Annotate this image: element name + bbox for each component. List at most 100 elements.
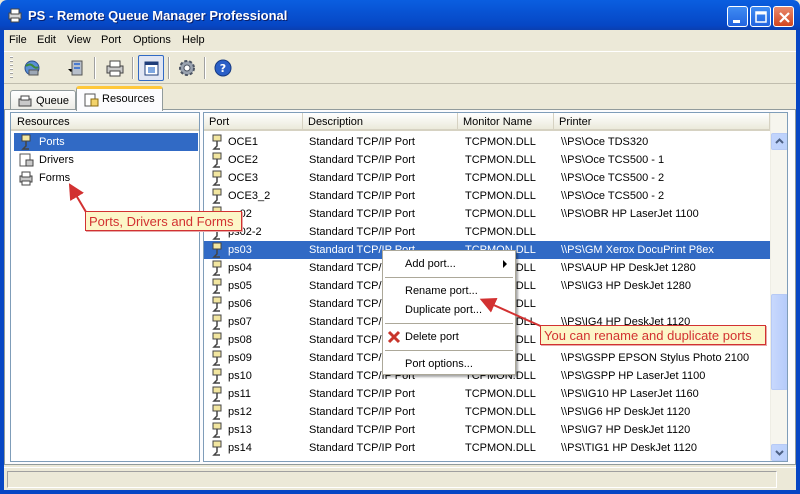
minimize-button[interactable] <box>727 6 748 27</box>
cell-printer: \\PS\AUP HP DeskJet 1280 <box>561 262 696 274</box>
maximize-button[interactable] <box>750 6 771 27</box>
scroll-up-button[interactable] <box>771 133 787 150</box>
port-icon <box>212 242 222 258</box>
menu-bar: File Edit View Port Options Help <box>4 30 796 50</box>
cell-port: ps14 <box>228 442 252 454</box>
cell-printer: \\PS\IG3 HP DeskJet 1280 <box>561 280 692 292</box>
chevron-down-icon <box>775 450 784 456</box>
tree-item-label: Ports <box>39 136 65 148</box>
scroll-down-button[interactable] <box>771 444 787 461</box>
menu-item-add-port[interactable]: Add port... <box>383 255 515 273</box>
vertical-scrollbar[interactable] <box>770 113 787 461</box>
port-icon <box>212 314 222 330</box>
tree-item-drivers[interactable]: Drivers <box>14 151 198 169</box>
tree-header[interactable]: Resources <box>11 113 199 131</box>
printer-button[interactable] <box>102 55 128 81</box>
menu-item-delete-port[interactable]: Delete port <box>383 328 515 346</box>
tree-item-forms[interactable]: Forms <box>14 169 198 187</box>
title-bar[interactable]: PS - Remote Queue Manager Professional <box>0 0 800 30</box>
cell-description: Standard TCP/IP Port <box>309 424 415 436</box>
port-icon <box>212 188 222 204</box>
server-icon <box>71 60 83 76</box>
port-icon <box>212 422 222 438</box>
tab-queue[interactable]: Queue <box>10 90 76 110</box>
cell-port: ps04 <box>228 262 252 274</box>
printer-app-icon <box>8 8 22 23</box>
driver-icon <box>19 153 34 167</box>
maximize-icon <box>755 11 767 23</box>
cell-monitor: TCPMON.DLL <box>465 226 536 238</box>
table-row[interactable]: OCE2 Standard TCP/IP Port TCPMON.DLL \\PS\O… <box>204 151 770 169</box>
menu-help[interactable]: Help <box>182 34 205 46</box>
cell-description: Standard TCP/IP Port <box>309 388 415 400</box>
menu-item-duplicate-port[interactable]: Duplicate port... <box>383 301 515 319</box>
cell-port: ps12 <box>228 406 252 418</box>
port-icon <box>212 368 222 384</box>
menu-view[interactable]: View <box>67 34 91 46</box>
port-icon <box>212 296 222 312</box>
cell-printer: \\PS\Oce TCS500 - 1 <box>561 154 665 166</box>
callout-rename-duplicate: You can rename and duplicate ports <box>540 325 766 345</box>
cell-description: Standard TCP/IP Port <box>309 406 415 418</box>
cell-port: OCE3_2 <box>228 190 271 202</box>
help-button[interactable]: ? <box>210 55 236 81</box>
globe-dropdown-button[interactable] <box>20 55 74 81</box>
cell-printer: \\PS\GM Xerox DocuPrint P8ex <box>561 244 714 256</box>
column-description[interactable]: Description <box>303 113 458 131</box>
cell-port: ps03 <box>228 244 252 256</box>
cell-printer: \\PS\GSPP HP LaserJet 1100 <box>561 370 706 382</box>
tab-queue-label: Queue <box>36 95 70 107</box>
column-port[interactable]: Port <box>204 113 303 131</box>
table-row[interactable]: ps14 Standard TCP/IP Port TCPMON.DLL \\PS\T… <box>204 439 770 457</box>
port-icon <box>212 278 222 294</box>
cell-monitor: TCPMON.DLL <box>465 424 536 436</box>
port-icon <box>212 440 222 456</box>
window-view-button[interactable] <box>138 55 164 81</box>
column-monitor-name[interactable]: Monitor Name <box>458 113 554 131</box>
cell-printer: \\PS\GSPP EPSON Stylus Photo 2100 <box>561 352 750 364</box>
cell-monitor: TCPMON.DLL <box>465 388 536 400</box>
menu-item-port-options[interactable]: Port options... <box>383 355 515 373</box>
table-row[interactable]: OCE3_2 Standard TCP/IP Port TCPMON.DLL \\PS… <box>204 187 770 205</box>
gear-icon <box>179 60 195 76</box>
cell-port: ps11 <box>228 388 252 400</box>
tree-item-ports[interactable]: Ports <box>14 133 198 151</box>
cell-monitor: TCPMON.DLL <box>465 406 536 418</box>
menu-file[interactable]: File <box>9 34 27 46</box>
cell-printer: \\PS\IG10 HP LaserJet 1160 <box>561 388 699 400</box>
table-row[interactable]: ps11 Standard TCP/IP Port TCPMON.DLL \\PS\I… <box>204 385 770 403</box>
resources-icon <box>84 93 99 107</box>
table-row[interactable]: ps13 Standard TCP/IP Port TCPMON.DLL \\PS\I… <box>204 421 770 439</box>
menu-item-label: Duplicate port... <box>405 304 483 316</box>
scroll-thumb[interactable] <box>771 294 787 390</box>
port-icon <box>212 350 222 366</box>
settings-button[interactable] <box>174 55 200 81</box>
table-row[interactable]: ps02Standard TCP/IP PortTCPMON.DLL\\PS\O… <box>204 205 770 223</box>
column-printer[interactable]: Printer <box>554 113 770 131</box>
menu-options[interactable]: Options <box>133 34 171 46</box>
toolbar-grip[interactable] <box>10 56 13 80</box>
tab-resources[interactable]: Resources <box>76 86 163 111</box>
cell-port: ps13 <box>228 424 252 436</box>
cell-monitor: TCPMON.DLL <box>465 136 536 148</box>
menu-item-rename-port[interactable]: Rename port... <box>383 282 515 300</box>
context-menu: Add port... Rename port... Duplicate por… <box>382 250 516 375</box>
tree-item-label: Forms <box>39 172 71 184</box>
table-row[interactable]: OCE1 Standard TCP/IP Port TCPMON.DLL \\PS\O… <box>204 133 770 151</box>
tab-resources-label: Resources <box>102 93 155 105</box>
server-button[interactable] <box>64 55 90 81</box>
port-icon <box>212 170 222 186</box>
table-row[interactable]: ps02-2 Standard TCP/IP Port TCPMON.DLL <box>204 223 770 241</box>
cell-printer: \\PS\Oce TDS320 <box>561 136 649 148</box>
menu-port[interactable]: Port <box>101 34 121 46</box>
tree-item-label: Drivers <box>39 154 74 166</box>
menu-edit[interactable]: Edit <box>37 34 56 46</box>
resources-tree[interactable]: Resources Ports Drivers Forms <box>10 112 200 462</box>
cell-monitor: TCPMON.DLL <box>465 154 536 166</box>
table-row[interactable]: ps12 Standard TCP/IP Port TCPMON.DLL \\PS\I… <box>204 403 770 421</box>
status-panel <box>7 471 777 488</box>
close-button[interactable] <box>773 6 794 27</box>
menu-item-label: Delete port <box>405 331 459 343</box>
cell-monitor: TCPMON.DLL <box>465 172 536 184</box>
table-row[interactable]: OCE3 Standard TCP/IP Port TCPMON.DLL \\PS\O… <box>204 169 770 187</box>
